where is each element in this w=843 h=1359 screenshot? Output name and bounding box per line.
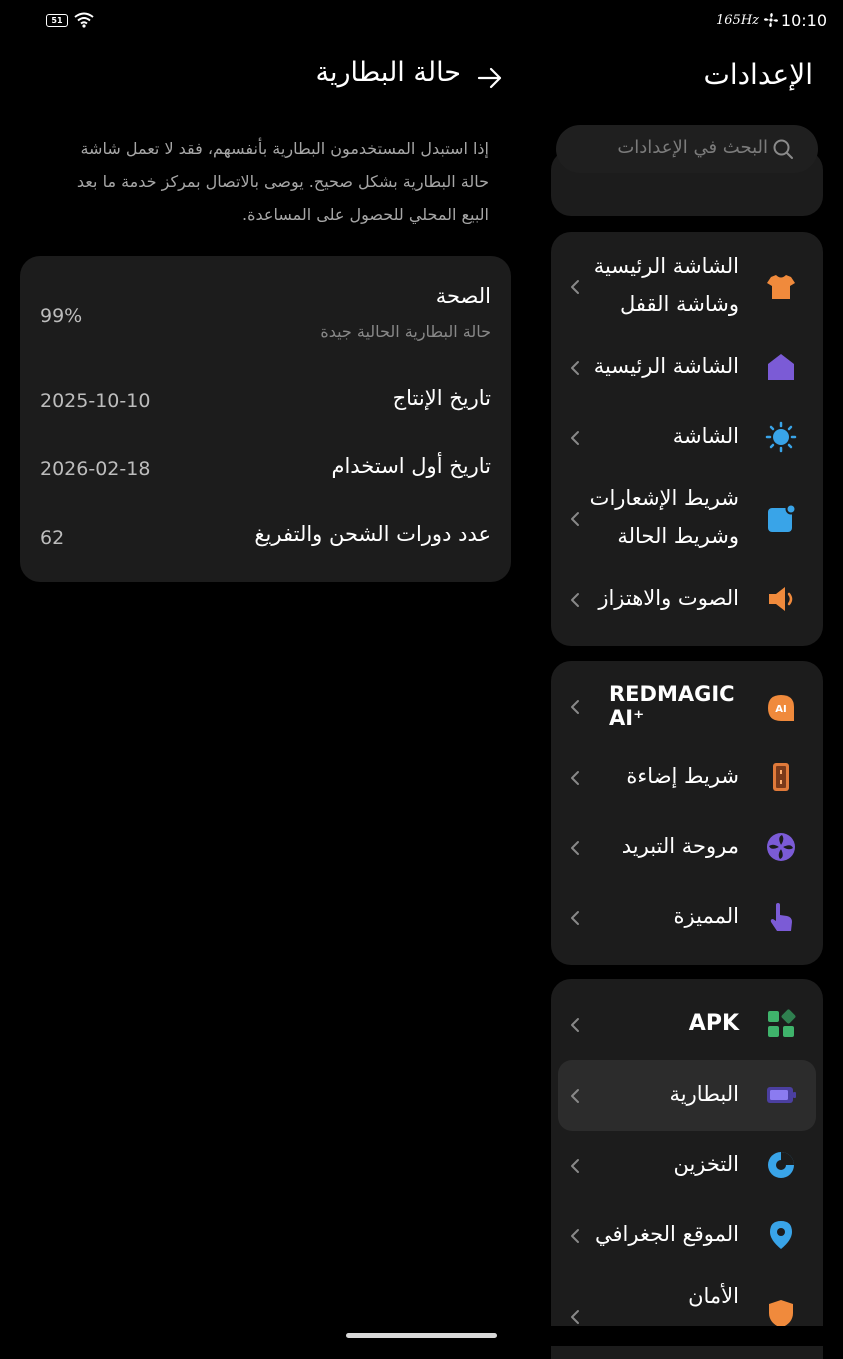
- settings-item-display[interactable]: الشاشة: [551, 415, 823, 460]
- settings-item-label: الموقع الجغرافي: [595, 1222, 739, 1246]
- chevron-left-icon: [571, 512, 579, 526]
- settings-item-wallpaper-lockscreen[interactable]: الشاشة الرئيسية وشاشة القفل: [551, 250, 823, 325]
- chevron-left-icon: [571, 841, 579, 855]
- light-strip-icon: [773, 763, 789, 791]
- chevron-left-icon: [571, 1089, 579, 1103]
- chevron-left-icon: [571, 771, 579, 785]
- settings-item-notifications-status-bar[interactable]: شريط الإشعارات وشريط الحالة: [551, 482, 823, 557]
- manufacture-date-value: 2025-10-10: [40, 390, 151, 412]
- health-subtitle: حالة البطارية الحالية جيدة: [320, 322, 491, 341]
- settings-item-storage[interactable]: التخزين: [551, 1143, 823, 1188]
- clock-time: 10:10: [780, 11, 827, 30]
- home-indicator[interactable]: [346, 1333, 497, 1338]
- notification-icon: [768, 503, 797, 532]
- settings-title: الإعدادات: [703, 58, 813, 91]
- fan-status-icon: [764, 13, 778, 27]
- chevron-left-icon: [571, 700, 579, 714]
- ai-icon: AI: [768, 695, 794, 721]
- chevron-left-icon: [571, 1310, 579, 1324]
- storage-icon: [768, 1152, 794, 1178]
- settings-item-light-strip[interactable]: شريط إضاءة: [551, 755, 823, 800]
- settings-item-sound-vibration[interactable]: الصوت والاهتزاز: [551, 577, 823, 622]
- manufacture-date-label: تاريخ الإنتاج: [392, 386, 491, 410]
- settings-item-apk[interactable]: APK: [551, 1002, 823, 1047]
- search-icon: [773, 139, 793, 159]
- back-arrow-icon[interactable]: [476, 66, 504, 90]
- chevron-left-icon: [571, 1159, 579, 1173]
- settings-item-label: الصوت والاهتزاز: [598, 586, 739, 610]
- chevron-left-icon: [571, 431, 579, 445]
- settings-item-label: شريط إضاءة: [626, 764, 739, 788]
- chevron-left-icon: [571, 593, 579, 607]
- settings-item-label: البطارية: [669, 1082, 739, 1106]
- settings-item-security[interactable]: الأمان: [551, 1278, 823, 1328]
- settings-item-label: APK: [688, 1011, 739, 1036]
- status-battery-indicator: 51: [46, 14, 68, 27]
- chevron-left-icon: [571, 1018, 579, 1032]
- svg-text:AI: AI: [775, 704, 786, 715]
- home-icon: [768, 354, 794, 380]
- location-icon: [770, 1221, 792, 1249]
- settings-item-label: الشاشة: [672, 424, 739, 448]
- chevron-left-icon: [571, 361, 579, 375]
- chevron-left-icon: [571, 280, 579, 294]
- wifi-icon: [74, 12, 94, 28]
- shirt-icon: [767, 275, 795, 299]
- health-value: 99%: [40, 305, 83, 327]
- health-label: الصحة: [435, 284, 491, 308]
- settings-item-redmagic-ai[interactable]: AI REDMAGIC AI⁺: [551, 680, 823, 736]
- refresh-rate-text: 165Hz: [716, 13, 759, 28]
- apps-icon: [768, 1009, 796, 1037]
- page-title: حالة البطارية: [315, 57, 461, 88]
- search-placeholder: البحث في الإعدادات: [617, 137, 768, 158]
- sun-icon: [765, 421, 797, 453]
- settings-item-label: التخزين: [673, 1152, 739, 1176]
- charge-cycles-label: عدد دورات الشحن والتفريغ: [254, 522, 491, 546]
- battery-icon: [767, 1087, 796, 1103]
- first-use-date-value: 2026-02-18: [40, 458, 151, 480]
- settings-item-label: REDMAGIC AI⁺: [609, 682, 735, 730]
- battery-description: إذا استبدل المستخدمون البطارية بأنفسهم، …: [76, 139, 489, 224]
- settings-item-label: مروحة التبريد: [621, 834, 739, 858]
- settings-item-label: الشاشة الرئيسية وشاشة القفل: [593, 254, 739, 316]
- search-input[interactable]: البحث في الإعدادات: [556, 125, 818, 173]
- settings-item-label: الشاشة الرئيسية: [593, 354, 739, 378]
- speaker-icon: [769, 587, 793, 611]
- settings-item-label: شريط الإشعارات وشريط الحالة: [589, 486, 739, 548]
- settings-item-home-screen[interactable]: الشاشة الرئيسية: [551, 345, 823, 390]
- chevron-left-icon: [571, 911, 579, 925]
- chevron-left-icon: [571, 1229, 579, 1243]
- settings-item-location[interactable]: الموقع الجغرافي: [551, 1213, 823, 1258]
- battery-level-text: 51: [51, 16, 63, 25]
- settings-item-battery[interactable]: البطارية: [551, 1073, 823, 1118]
- settings-item-label: المميزة: [673, 904, 739, 928]
- settings-item-label: الأمان: [688, 1284, 739, 1308]
- charge-cycles-value: 62: [40, 527, 65, 549]
- fan-icon: [767, 833, 795, 861]
- settings-item-featured[interactable]: المميزة: [551, 895, 823, 940]
- settings-item-cooling-fan[interactable]: مروحة التبريد: [551, 825, 823, 870]
- first-use-date-label: تاريخ أول استخدام: [331, 454, 491, 478]
- hand-pointer-icon: [770, 903, 792, 931]
